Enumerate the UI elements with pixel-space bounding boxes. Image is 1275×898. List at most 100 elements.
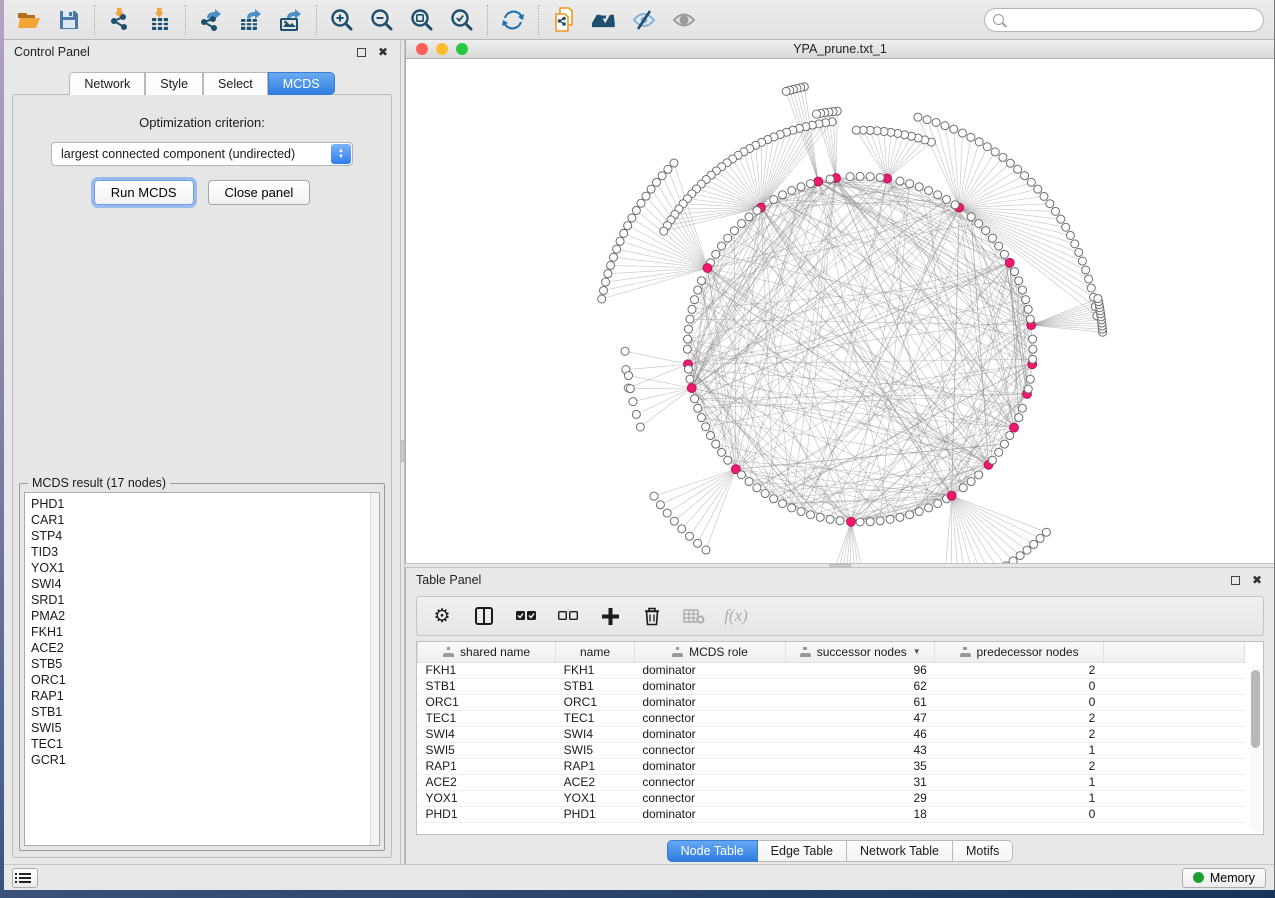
network-node[interactable]: [852, 126, 860, 134]
network-node[interactable]: [642, 192, 650, 200]
mcds-result-item[interactable]: TID3: [31, 544, 373, 560]
mcds-result-item[interactable]: ACE2: [31, 640, 373, 656]
network-node[interactable]: [745, 478, 753, 486]
network-node[interactable]: [626, 385, 634, 393]
show-all-icon[interactable]: [671, 7, 697, 33]
network-node[interactable]: [1057, 215, 1065, 223]
table-row[interactable]: STB1STB1dominator620: [418, 678, 1245, 694]
network-node[interactable]: [737, 471, 745, 479]
network-node[interactable]: [1087, 284, 1095, 292]
table-scrollbar[interactable]: [1250, 664, 1261, 832]
column-header-successor-nodes[interactable]: successor nodes▼: [786, 642, 935, 662]
table-cell[interactable]: 1: [935, 742, 1103, 758]
network-node[interactable]: [632, 207, 640, 215]
network-node[interactable]: [604, 270, 612, 278]
network-node[interactable]: [753, 484, 761, 492]
network-node[interactable]: [826, 515, 834, 523]
network-node[interactable]: [1062, 223, 1070, 231]
network-node[interactable]: [613, 245, 621, 253]
table-row[interactable]: YOX1YOX1connector291: [418, 790, 1245, 806]
network-node[interactable]: [925, 504, 933, 512]
network-node[interactable]: [1006, 159, 1014, 167]
table-cell[interactable]: PHD1: [556, 806, 635, 822]
network-node[interactable]: [782, 87, 790, 95]
network-node[interactable]: [683, 345, 691, 353]
network-node[interactable]: [942, 196, 950, 204]
table-cell[interactable]: 31: [786, 774, 935, 790]
network-node[interactable]: [797, 508, 805, 516]
network-node[interactable]: [745, 213, 753, 221]
table-cell[interactable]: 1: [935, 790, 1103, 806]
network-node[interactable]: [598, 295, 606, 303]
network-node[interactable]: [807, 180, 815, 188]
mcds-result-item[interactable]: PMA2: [31, 608, 373, 624]
criterion-select[interactable]: largest connected component (undirected)…: [51, 142, 353, 166]
search-input[interactable]: [1009, 13, 1255, 27]
splitter-grip[interactable]: [829, 564, 851, 567]
network-node[interactable]: [1023, 546, 1031, 554]
network-node[interactable]: [934, 191, 942, 199]
table-cell[interactable]: dominator: [634, 662, 785, 678]
network-node[interactable]: [694, 539, 702, 547]
table-row[interactable]: RAP1RAP1dominator352: [418, 758, 1245, 774]
network-node[interactable]: [1000, 440, 1008, 448]
close-panel-button[interactable]: Close panel: [208, 180, 311, 205]
network-node[interactable]: [1029, 355, 1037, 363]
memory-button[interactable]: Memory: [1182, 868, 1266, 888]
float-panel-icon[interactable]: [1228, 573, 1242, 587]
network-node[interactable]: [1042, 528, 1050, 536]
network-node[interactable]: [1015, 277, 1023, 285]
tab-motifs[interactable]: Motifs: [953, 840, 1013, 862]
network-node[interactable]: [975, 219, 983, 227]
delete-column-icon[interactable]: [641, 605, 663, 627]
network-node[interactable]: [995, 242, 1003, 250]
table-cell[interactable]: connector: [634, 742, 785, 758]
table-row[interactable]: ACE2ACE2connector311: [418, 774, 1245, 790]
network-node[interactable]: [807, 511, 815, 519]
network-node[interactable]: [925, 186, 933, 194]
network-node[interactable]: [621, 347, 629, 355]
network-node[interactable]: [1024, 305, 1032, 313]
network-hub-node[interactable]: [814, 177, 823, 186]
save-session-icon[interactable]: [56, 7, 82, 33]
network-node[interactable]: [982, 227, 990, 235]
network-node[interactable]: [730, 227, 738, 235]
mcds-result-item[interactable]: STB5: [31, 656, 373, 672]
network-node[interactable]: [652, 178, 660, 186]
table-cell[interactable]: connector: [634, 790, 785, 806]
table-cell[interactable]: 0: [935, 694, 1103, 710]
table-cell[interactable]: 62: [786, 678, 935, 694]
network-node[interactable]: [1036, 534, 1044, 542]
open-file-icon[interactable]: [16, 7, 42, 33]
network-node[interactable]: [941, 122, 949, 130]
tab-style[interactable]: Style: [145, 72, 203, 95]
network-node[interactable]: [886, 515, 894, 523]
network-node[interactable]: [1026, 375, 1034, 383]
table-cell[interactable]: ACE2: [556, 774, 635, 790]
network-node[interactable]: [691, 395, 699, 403]
tab-select[interactable]: Select: [203, 72, 268, 95]
select-all-rows-icon[interactable]: [515, 605, 537, 627]
network-node[interactable]: [706, 432, 714, 440]
horizontal-splitter[interactable]: [405, 563, 1274, 568]
table-cell[interactable]: dominator: [634, 694, 785, 710]
table-cell[interactable]: SWI4: [418, 726, 556, 742]
network-node[interactable]: [1018, 286, 1026, 294]
add-column-icon[interactable]: [599, 605, 621, 627]
column-header-MCDS-role[interactable]: MCDS role: [634, 642, 785, 662]
network-node[interactable]: [1046, 200, 1054, 208]
first-neighbors-icon[interactable]: [591, 7, 617, 33]
network-node[interactable]: [660, 227, 668, 235]
import-network-icon[interactable]: [107, 7, 133, 33]
network-node[interactable]: [1030, 540, 1038, 548]
table-cell[interactable]: 18: [786, 806, 935, 822]
network-node[interactable]: [1000, 250, 1008, 258]
network-node[interactable]: [816, 513, 824, 521]
network-node[interactable]: [670, 517, 678, 525]
network-node[interactable]: [988, 234, 996, 242]
column-header-shared-name[interactable]: shared name: [418, 642, 556, 662]
tab-mcds[interactable]: MCDS: [268, 72, 335, 95]
network-node[interactable]: [866, 518, 874, 526]
export-network-icon[interactable]: [198, 7, 224, 33]
network-node[interactable]: [797, 183, 805, 191]
